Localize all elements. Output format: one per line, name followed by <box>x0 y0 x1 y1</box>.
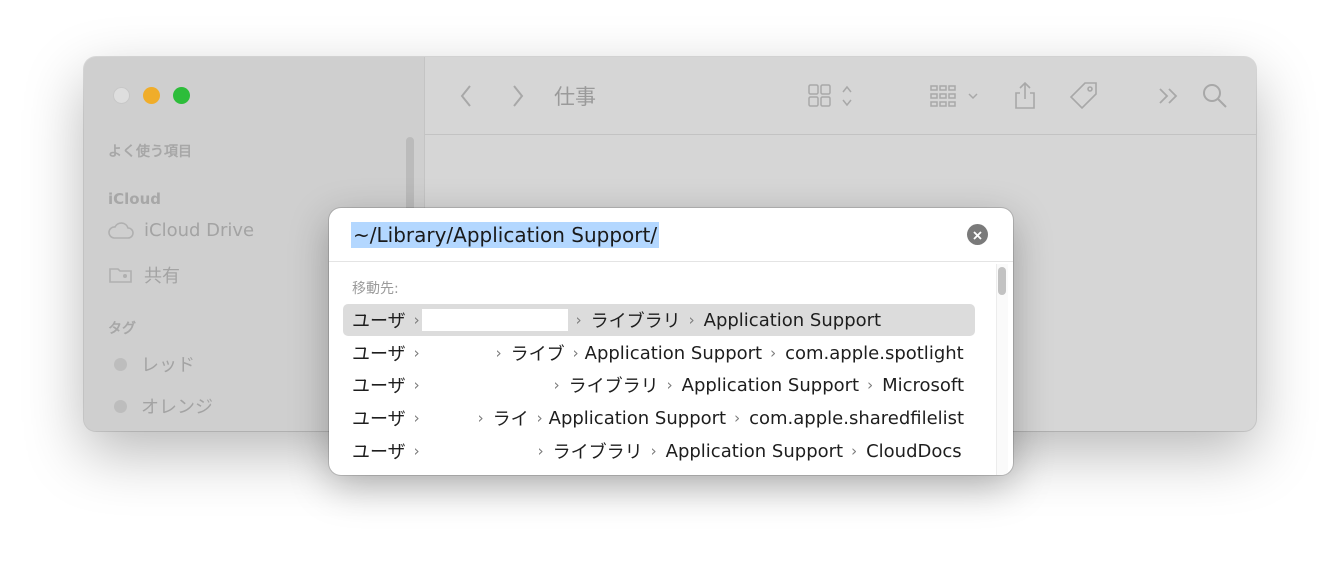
path-segment: Application Support <box>665 440 844 462</box>
path-segment: Application Support <box>548 407 727 429</box>
double-chevron-icon <box>1157 86 1181 106</box>
goto-label: 移動先: <box>352 281 399 297</box>
path-segment: com.apple.sharedfilelist <box>749 407 965 429</box>
chevron-right-icon: › <box>413 344 420 362</box>
sidebar-item-tag-red[interactable]: レッド <box>108 351 195 377</box>
chevron-right-icon: › <box>477 409 484 427</box>
zoom-window-button[interactable] <box>173 87 190 104</box>
chevron-right-icon: › <box>536 409 543 427</box>
tag-dot-icon <box>114 357 127 371</box>
back-button[interactable] <box>459 57 473 134</box>
redacted-username <box>421 309 568 331</box>
go-to-folder-sheet: ~/Library/Application Support/ 移動先: ユーザ … <box>329 208 1013 475</box>
chevron-right-icon: › <box>495 344 502 362</box>
search-icon <box>1202 83 1228 109</box>
clear-x-icon <box>973 225 982 244</box>
share-button[interactable] <box>1012 57 1038 134</box>
chevron-right-icon: › <box>413 311 420 329</box>
redacted-username <box>421 407 470 429</box>
sidebar-item-label: iCloud Drive <box>144 220 255 241</box>
path-segment: ライブ <box>510 344 565 365</box>
path-segment: Application Support <box>703 309 882 331</box>
tag-icon <box>1068 80 1100 112</box>
sidebar-item-label: レッド <box>141 355 195 376</box>
suggestions-scrollbar-track[interactable] <box>996 264 1008 475</box>
search-button[interactable] <box>1202 57 1228 134</box>
sidebar-header-icloud: iCloud <box>108 190 162 208</box>
path-segment: CloudDocs <box>866 440 962 462</box>
tag-button[interactable] <box>1068 57 1100 134</box>
shared-folder-icon <box>108 265 134 285</box>
grid-view-icon <box>807 83 857 109</box>
chevron-right-icon: › <box>575 311 582 329</box>
suggestion-row[interactable]: ユーザ › › ライブラリ › Application Support › Mi… <box>343 369 975 401</box>
path-field-row: ~/Library/Application Support/ <box>329 208 1013 262</box>
group-by-button[interactable] <box>929 57 983 134</box>
sidebar-item-label: オレンジ <box>141 397 213 418</box>
suggestion-row[interactable]: ユーザ › › ライ › Application Support › com.a… <box>343 402 975 434</box>
redacted-username <box>421 374 546 396</box>
redacted-username <box>421 440 530 462</box>
suggestion-row[interactable]: ユーザ › › ライブラリ › Application Support › Cl… <box>343 435 975 467</box>
path-segment: ユーザ <box>352 344 406 365</box>
sidebar-item-icloud-drive[interactable]: iCloud Drive <box>108 220 254 241</box>
suggestions-scrollbar-thumb[interactable] <box>998 267 1006 295</box>
suggestion-row[interactable]: ユーザ › › ライブ › Application Support › com.… <box>343 337 975 369</box>
chevron-right-icon: › <box>572 344 579 362</box>
path-segment: Application Support <box>681 374 860 396</box>
group-icon <box>929 83 983 109</box>
sidebar-scrollbar[interactable] <box>406 137 414 217</box>
chevron-right-icon <box>511 84 525 108</box>
chevron-right-icon: › <box>553 376 560 394</box>
path-segment: com.apple.spotlight <box>785 342 964 364</box>
more-button[interactable] <box>1157 57 1181 134</box>
path-segment: Microsoft <box>882 374 965 396</box>
path-input[interactable]: ~/Library/Application Support/ <box>351 222 660 248</box>
chevron-right-icon: › <box>650 442 657 460</box>
path-segment: ユーザ <box>352 409 406 430</box>
toolbar: 仕事 <box>425 57 1256 135</box>
chevron-right-icon: › <box>867 376 874 394</box>
window-title: 仕事 <box>554 84 596 109</box>
path-segment: ライ <box>492 409 529 430</box>
view-mode-button[interactable] <box>807 57 857 134</box>
chevron-right-icon: › <box>851 442 858 460</box>
sidebar-item-tag-orange[interactable]: オレンジ <box>108 393 213 419</box>
close-window-button[interactable] <box>113 87 130 104</box>
chevron-right-icon: › <box>413 409 420 427</box>
chevron-right-icon: › <box>688 311 695 329</box>
chevron-right-icon: › <box>413 442 420 460</box>
minimize-window-button[interactable] <box>143 87 160 104</box>
path-segment: ライブラリ <box>568 376 659 397</box>
chevron-left-icon <box>459 84 473 108</box>
path-segment: ライブラリ <box>552 442 643 463</box>
path-segment: ライブラリ <box>590 311 681 332</box>
sidebar-item-shared[interactable]: 共有 <box>108 262 180 288</box>
chevron-right-icon: › <box>770 344 777 362</box>
clear-button[interactable] <box>967 224 988 245</box>
chevron-right-icon: › <box>413 376 420 394</box>
forward-button[interactable] <box>511 57 525 134</box>
tag-dot-icon <box>114 399 127 413</box>
path-segment: Application Support <box>584 342 763 364</box>
chevron-right-icon: › <box>734 409 741 427</box>
path-segment: ユーザ <box>352 442 406 463</box>
path-segment: ユーザ <box>352 376 406 397</box>
chevron-right-icon: › <box>537 442 544 460</box>
path-segment: ユーザ <box>352 311 406 332</box>
sidebar-item-label: 共有 <box>144 266 180 287</box>
cloud-icon <box>108 221 134 240</box>
sidebar-header-tags: タグ <box>108 321 136 337</box>
chevron-right-icon: › <box>666 376 673 394</box>
suggestion-row[interactable]: ユーザ › › ライブラリ › Application Support <box>343 304 975 336</box>
sidebar-header-favorites: よく使う項目 <box>108 144 192 160</box>
redacted-username <box>421 342 488 364</box>
share-icon <box>1012 81 1038 111</box>
